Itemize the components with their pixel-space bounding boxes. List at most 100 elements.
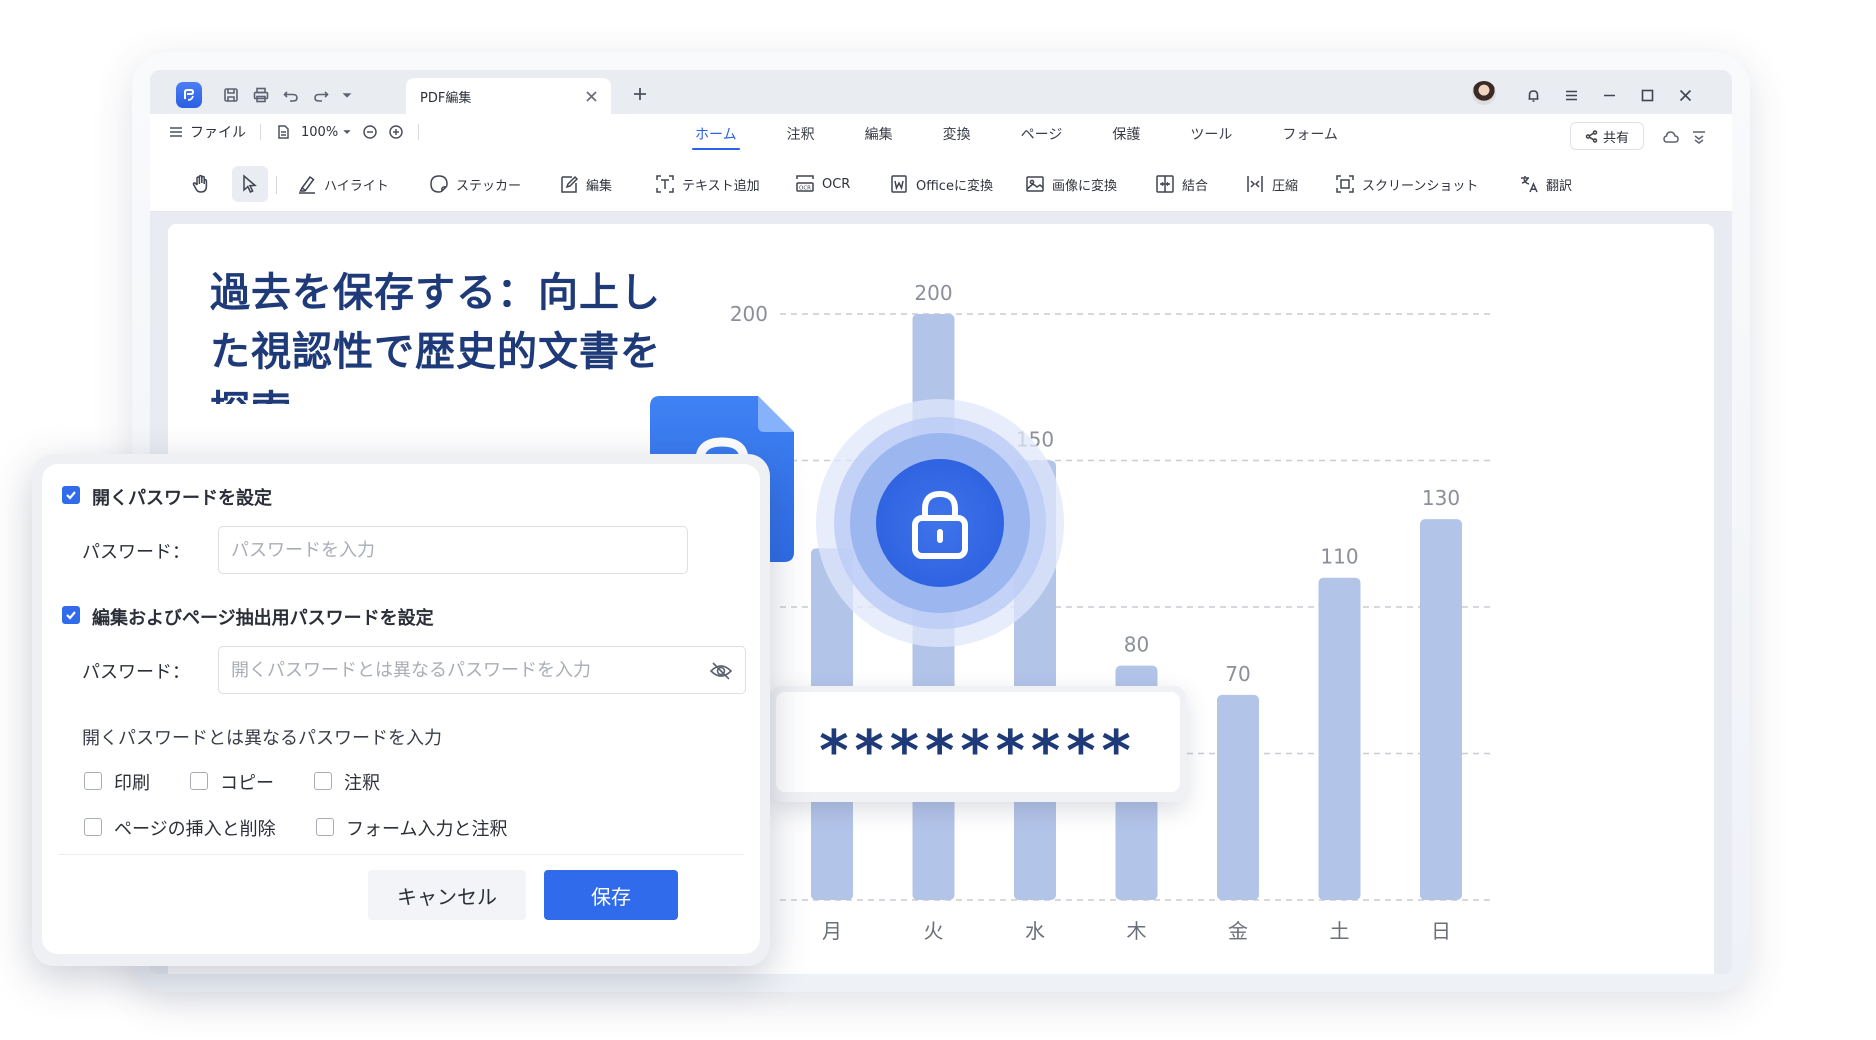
convert-to-office-button[interactable]: Officeに変換: [888, 166, 993, 202]
cancel-button[interactable]: キャンセル: [368, 870, 526, 920]
insert-delete-pages-checkbox[interactable]: [84, 818, 102, 836]
combine-button[interactable]: 結合: [1154, 166, 1208, 202]
edit-button[interactable]: 編集: [558, 166, 612, 202]
bell-icon[interactable]: [1522, 84, 1544, 106]
x-tick-label: 日: [1431, 919, 1451, 943]
hand-tool-button[interactable]: [190, 166, 212, 202]
tab-0[interactable]: ホーム: [670, 114, 762, 156]
tab-3[interactable]: 変換: [918, 114, 996, 156]
divider: [276, 176, 277, 194]
tab-5[interactable]: 保護: [1087, 114, 1165, 156]
menu-bar: ファイル 100% ホーム 注釈 編集 変換 ページ 保護 ツール フォーム 共有: [150, 114, 1732, 156]
tab-label: PDF編集: [420, 91, 472, 106]
ocr-button[interactable]: OCR OCR: [794, 166, 850, 202]
x-tick-label: 金: [1228, 919, 1248, 943]
save-button[interactable]: 保存: [544, 870, 678, 920]
file-menu-label: ファイル: [190, 125, 246, 141]
tab-7[interactable]: フォーム: [1257, 114, 1363, 156]
add-text-label: テキスト追加: [682, 178, 760, 194]
zoom-out-icon[interactable]: [362, 124, 378, 140]
file-menu[interactable]: ファイル: [168, 122, 246, 142]
copy-permission-label: コピー: [220, 773, 274, 794]
print-icon[interactable]: [250, 84, 272, 106]
divider: [418, 124, 420, 140]
open-password-input[interactable]: [231, 527, 639, 573]
sticker-button[interactable]: ステッカー: [428, 166, 521, 202]
open-password-field[interactable]: [218, 526, 688, 574]
zoom-level[interactable]: 100%: [301, 125, 338, 140]
translate-icon: [1521, 176, 1538, 193]
x-tick-label: 水: [1025, 919, 1045, 943]
highlight-button[interactable]: ハイライト: [296, 166, 389, 202]
add-text-button[interactable]: テキスト追加: [654, 166, 760, 202]
cloud-icon[interactable]: [1660, 126, 1682, 148]
print-permission-checkbox[interactable]: [84, 772, 102, 790]
x-tick-label: 土: [1330, 919, 1350, 943]
dropdown-icon[interactable]: [336, 84, 358, 106]
password-display-inner: *********: [776, 692, 1180, 792]
tab-1[interactable]: 注釈: [762, 114, 840, 156]
avatar[interactable]: [1472, 81, 1496, 105]
password-field-label: パスワード：: [82, 662, 190, 683]
window-close-icon[interactable]: [1674, 84, 1696, 106]
hamburger-icon: [170, 127, 182, 137]
data-label: 110: [1320, 545, 1358, 569]
tab-6[interactable]: ツール: [1165, 114, 1257, 156]
highlight-label: ハイライト: [324, 178, 389, 194]
translate-button[interactable]: 翻訳: [1518, 166, 1572, 202]
chevron-down-icon[interactable]: [342, 127, 352, 137]
data-label: 70: [1225, 662, 1250, 686]
edit-password-checkbox[interactable]: [62, 606, 80, 624]
edit-label: 編集: [586, 178, 613, 194]
ocr-icon: OCR: [796, 175, 814, 192]
edit-password-field[interactable]: [218, 646, 746, 694]
tab-pdf-edit[interactable]: PDF編集: [406, 78, 611, 114]
document-title: 過去を保存する：向上した視認性で歴史的文書を探索: [210, 270, 661, 404]
compress-label: 圧縮: [1272, 178, 1299, 194]
open-password-checkbox[interactable]: [62, 486, 80, 504]
title-bar: PDF編集: [150, 70, 1732, 114]
check-icon: [66, 611, 76, 620]
divider: [58, 854, 744, 855]
y-tick-label: 200: [730, 302, 768, 326]
permissions-heading: 開くパスワードとは異なるパスワードを入力: [82, 728, 442, 749]
select-tool-button[interactable]: [232, 166, 268, 202]
page-view-icon[interactable]: [275, 124, 291, 140]
sticker-icon: [430, 175, 448, 193]
shield-lock-icon: [816, 399, 1064, 647]
image-icon: [1026, 176, 1044, 192]
combine-icon: [1156, 175, 1174, 193]
form-fill-annotate-checkbox[interactable]: [316, 818, 334, 836]
edit-password-input[interactable]: [231, 647, 697, 693]
share-button[interactable]: 共有: [1570, 122, 1644, 150]
bar: [1420, 519, 1462, 900]
tab-4[interactable]: ページ: [996, 114, 1088, 156]
undo-icon[interactable]: [280, 84, 302, 106]
menu-icon[interactable]: [1560, 84, 1582, 106]
annotate-permission-checkbox[interactable]: [314, 772, 332, 790]
redo-icon[interactable]: [310, 84, 332, 106]
print-permission-label: 印刷: [114, 773, 150, 794]
eye-off-icon[interactable]: [709, 659, 733, 683]
minimize-icon[interactable]: [1598, 84, 1620, 106]
screenshot-button[interactable]: スクリーンショット: [1334, 166, 1478, 202]
menu-left: ファイル 100%: [168, 122, 420, 142]
convert-to-image-label: 画像に変換: [1052, 178, 1118, 194]
check-icon: [66, 491, 76, 500]
compress-button[interactable]: 圧縮: [1244, 166, 1298, 202]
open-password-label: 開くパスワードを設定: [92, 488, 272, 509]
tab-2[interactable]: 編集: [840, 114, 918, 156]
maximize-icon[interactable]: [1636, 84, 1658, 106]
app-logo-icon[interactable]: [176, 82, 202, 108]
x-tick-label: 月: [822, 919, 842, 943]
plus-icon[interactable]: [628, 82, 652, 106]
save-icon[interactable]: [220, 84, 242, 106]
combine-label: 結合: [1182, 178, 1209, 194]
copy-permission-checkbox[interactable]: [190, 772, 208, 790]
close-icon[interactable]: [581, 86, 601, 106]
convert-to-image-button[interactable]: 画像に変換: [1024, 166, 1117, 202]
x-tick-label: 木: [1127, 919, 1147, 943]
collapse-ribbon-icon[interactable]: [1688, 126, 1710, 148]
zoom-in-icon[interactable]: [388, 124, 404, 140]
ocr-label: OCR: [822, 176, 851, 192]
